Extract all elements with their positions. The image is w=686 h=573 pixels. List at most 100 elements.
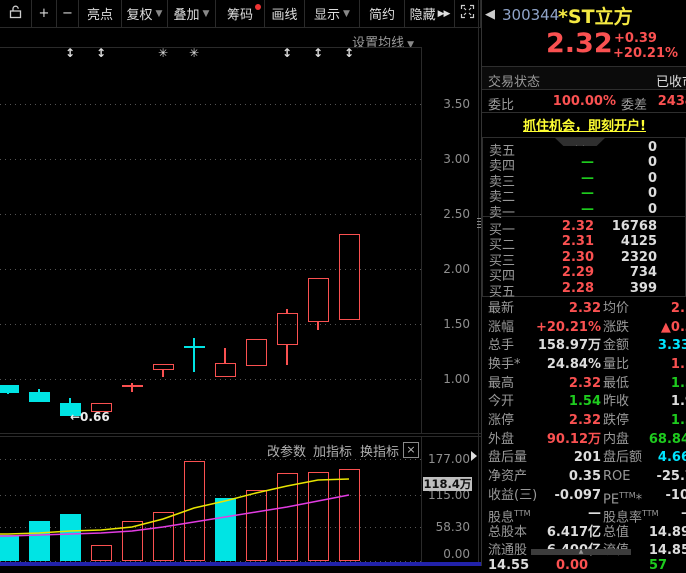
stock-app-window: { "toolbar": { "buttons": [ {"name":"loc… (0, 0, 686, 573)
price-gridline (0, 214, 421, 215)
price-axis-tick-label: 2.50 (443, 207, 470, 221)
display-button[interactable]: 显示 ▼ (305, 0, 360, 27)
adjust-rights-label: 复权 (126, 8, 153, 23)
detail-label-left: 涨幅 (488, 320, 515, 335)
highlight-label: 亮点 (86, 8, 113, 23)
ma-settings-label: 设置均线 (352, 36, 405, 51)
detail-value-right: 2.10 (670, 301, 686, 316)
detail-value-left: — (588, 506, 601, 521)
lock-button[interactable] (0, 0, 32, 27)
detail-value-right: — (601, 505, 686, 523)
detail-value-left: 24.84% (546, 357, 601, 372)
detail-label-left: 外盘 (488, 432, 515, 447)
splitter-grip-icon[interactable] (477, 218, 481, 230)
simple-mode-button[interactable]: 简约 (360, 0, 405, 27)
detail-label-left: 最高 (488, 376, 515, 391)
detail-value-right: 68.84万 (648, 432, 686, 447)
price-axis-tick-label: 1.50 (443, 317, 470, 331)
candle-lower-wick (131, 387, 133, 392)
candle-upper-wick (193, 338, 195, 346)
candle-lower-wick (7, 393, 9, 394)
panel-collapse-handle[interactable]: ▲ (531, 549, 631, 555)
detail-row: 净资产0.35ROE-25.73 (482, 468, 686, 486)
quote-detail-grid: 最新2.32均价2.10涨幅+20.21%涨跌▲0.39总手158.97万金额3… (482, 0, 686, 566)
detail-row: 最高2.32最低1.54 (482, 375, 686, 393)
candlestick-down (0, 385, 19, 393)
hide-button[interactable]: 隐藏 ▶▶ (405, 0, 455, 27)
overlay-label: 叠加 (173, 8, 200, 23)
zoom-in-button[interactable]: + (32, 0, 57, 27)
candle-lower-wick (162, 370, 164, 377)
price-axis-tick-label: 3.50 (443, 97, 470, 111)
detail-value-left: 2.32 (568, 413, 601, 428)
simple-mode-label: 简约 (368, 8, 395, 23)
chips-label: 筹码 (226, 8, 253, 23)
lock-icon (9, 5, 22, 23)
detail-row: 最新2.32均价2.10 (482, 300, 686, 318)
detail-value-right: 1.54 (670, 376, 686, 391)
detail-value-left: +20.21% (535, 320, 601, 335)
detail-value-left: 2.32 (568, 376, 601, 391)
display-label: 显示 (314, 8, 341, 23)
bottom-scroll-strip[interactable] (0, 562, 481, 566)
event-asterisk-icon[interactable]: ✳ (153, 46, 173, 60)
chart-toolbar: + − 亮点 复权 ▼ 叠加 ▼ 筹码 画线 显示 ▼ 简约 隐藏 ▶▶ (0, 0, 481, 28)
adjust-rights-button[interactable]: 复权 ▼ (122, 0, 168, 27)
pane-right-border (478, 0, 479, 562)
detail-value-right: -10.9 (665, 488, 686, 503)
detail-value-right: ▲0.39 (660, 320, 686, 335)
detail-value-right: -25.73 (656, 469, 686, 484)
draw-line-label: 画线 (271, 8, 298, 23)
ma-settings-control[interactable]: 设置均线 ▼ (352, 32, 414, 51)
hide-label: 隐藏 (409, 8, 436, 23)
detail-row: 外盘90.12万内盘68.84万 (482, 431, 686, 449)
event-asterisk-icon[interactable]: ✳ (184, 46, 204, 60)
candle-upper-wick (224, 348, 226, 363)
highlight-button[interactable]: 亮点 (79, 0, 122, 27)
event-arrow-icon[interactable]: ↕ (60, 46, 80, 60)
event-arrow-icon[interactable]: ↕ (308, 46, 328, 60)
detail-value-right: 1.10 (670, 357, 686, 372)
price-axis-line (421, 47, 422, 433)
zoom-out-button[interactable]: − (57, 0, 79, 27)
zoom-in-label: + (38, 6, 50, 21)
detail-row: 换手*24.84%量比1.10 (482, 356, 686, 374)
detail-value-left: 6.417亿 (546, 525, 601, 540)
detail-value-right: 4.66万 (657, 450, 686, 465)
price-gridline (0, 104, 421, 105)
candlestick-up (152, 364, 174, 370)
detail-label-left: 总手 (488, 338, 515, 353)
candlestick-up (338, 234, 360, 320)
volume-indicator-pane[interactable]: 改参数 加指标 换指标 × 177.00 115.00 58.30 0.00 118.… (0, 437, 481, 562)
price-gridline (0, 159, 421, 160)
draw-line-button[interactable]: 画线 (265, 0, 305, 27)
candle-lower-wick (317, 322, 319, 330)
candlestick-up (214, 363, 236, 377)
event-arrow-icon[interactable]: ↕ (339, 46, 359, 60)
notification-dot (255, 4, 261, 10)
detail-value-right: 1.54 (670, 413, 686, 428)
detail-value-right: 14.89亿 (648, 525, 686, 540)
price-gridline (0, 379, 421, 380)
detail-row: 今开1.54昨收1.93 (482, 393, 686, 411)
chevron-down-icon: ▼ (343, 8, 350, 19)
detail-value-left: 1.54 (568, 394, 601, 409)
overlay-button[interactable]: 叠加 ▼ (168, 0, 216, 27)
event-arrow-icon[interactable]: ↕ (277, 46, 297, 60)
candlestick-up (276, 313, 298, 345)
candlestick-down (183, 346, 205, 348)
chips-button[interactable]: 筹码 (216, 0, 265, 27)
detail-label-left: 涨停 (488, 413, 515, 428)
detail-value-right: 1.93 (670, 394, 686, 409)
detail-value-left: 90.12万 (546, 432, 601, 447)
splitter-arrow-icon[interactable] (471, 451, 477, 461)
candlestick-chart-area[interactable]: 设置均线 ▼ 3.50 3.00 2.50 2.00 1.50 1.00 ↕ ↕ ✳ ✳ ↕ ↕ ↕ ←… (0, 28, 481, 433)
detail-value-right: 3.33亿 (657, 338, 686, 353)
candlestick-up (307, 278, 329, 322)
price-axis-tick-label: 3.00 (443, 152, 470, 166)
chevron-down-icon: ▼ (202, 8, 210, 19)
double-arrow-icon: ▶▶ (437, 8, 451, 19)
event-arrow-icon[interactable]: ↕ (91, 46, 111, 60)
detail-row: 总手158.97万金额3.33亿 (482, 337, 686, 355)
detail-row: 涨幅+20.21%涨跌▲0.39 (482, 319, 686, 337)
